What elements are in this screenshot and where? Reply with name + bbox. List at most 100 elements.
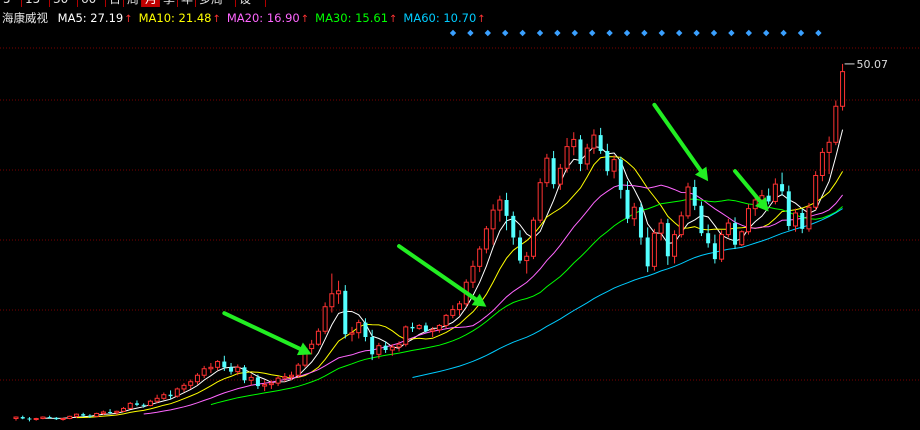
up-arrow-icon: ↑	[389, 14, 398, 25]
candle	[605, 143, 610, 176]
candle	[544, 153, 550, 188]
candle	[343, 285, 348, 339]
candle	[524, 251, 530, 274]
candle-body-down	[578, 139, 583, 164]
candle-body-up	[477, 248, 483, 267]
candle-body-down	[423, 325, 428, 332]
candle-body-up	[403, 326, 409, 345]
candle-body-up	[819, 151, 825, 176]
candle-body-up	[188, 381, 194, 386]
signal-marker	[763, 29, 770, 37]
candle	[584, 143, 590, 170]
candle	[208, 362, 214, 374]
candle-body-up	[114, 410, 120, 414]
candle-body-down	[47, 417, 52, 419]
candle	[121, 406, 127, 413]
candle-body-up	[322, 306, 328, 332]
candle-body-up	[73, 413, 79, 417]
candle	[766, 188, 771, 205]
candle	[725, 218, 731, 238]
candle-body-up	[745, 208, 751, 233]
candle-body-up	[443, 314, 449, 326]
signal-marker	[658, 29, 665, 37]
candle	[403, 325, 409, 347]
period-tab[interactable]: 5分	[0, 0, 22, 7]
signal-marker	[728, 29, 735, 37]
candle-body-up	[450, 309, 456, 316]
candle-body-down	[665, 223, 670, 257]
candle-body-down	[800, 212, 805, 229]
candle	[134, 400, 139, 407]
candle-body-up	[544, 157, 550, 184]
candle-body-down	[363, 322, 368, 338]
candle	[571, 132, 577, 156]
candle	[719, 230, 725, 263]
candle-body-down	[712, 243, 717, 260]
candle	[638, 202, 643, 245]
candle-body-down	[511, 215, 516, 238]
candle	[336, 280, 342, 304]
candle-body-up	[752, 199, 758, 210]
ma-legend-item: MA20: 16.90↑	[227, 11, 309, 25]
candle-body-down	[699, 205, 704, 234]
candle-body-up	[147, 400, 153, 407]
candle	[60, 417, 66, 421]
up-arrow-icon: ↑	[477, 14, 486, 25]
candle	[665, 218, 670, 265]
candle	[678, 211, 684, 238]
candle-body-up	[537, 182, 543, 221]
signal-marker	[815, 29, 822, 37]
period-tab[interactable]: 周	[124, 0, 142, 7]
ma-legend-label: MA60: 10.70	[403, 11, 477, 25]
candle	[27, 417, 32, 422]
candle	[329, 273, 335, 313]
candle-body-down	[551, 158, 556, 185]
candle-body-up	[833, 105, 839, 143]
candle-body-up	[67, 415, 73, 420]
candle	[618, 156, 623, 199]
period-tab[interactable]: 15分	[22, 0, 50, 7]
candle	[262, 380, 268, 392]
candle-body-down	[706, 233, 711, 244]
candle	[450, 305, 456, 319]
candle-body-up	[94, 412, 100, 417]
candle-body-up	[672, 234, 678, 257]
candle-body-up	[329, 293, 335, 308]
candle	[181, 383, 187, 392]
candle-body-down	[383, 345, 388, 350]
period-tab[interactable]: 多周期	[196, 0, 236, 7]
period-tab[interactable]: 日	[106, 0, 124, 7]
candle	[625, 181, 630, 224]
candle	[127, 401, 133, 410]
candle	[786, 185, 791, 231]
candle-body-up	[194, 374, 200, 383]
candle-body-up	[100, 411, 106, 414]
candle	[295, 362, 301, 378]
candlestick-chart[interactable]: 50.07	[0, 0, 920, 430]
period-tab[interactable]: 年	[178, 0, 196, 7]
candle	[497, 195, 503, 222]
period-tab[interactable]: 30分	[50, 0, 78, 7]
candle-body-up	[524, 255, 530, 262]
period-tab[interactable]: 月	[142, 0, 160, 7]
period-tab[interactable]: 设置	[236, 0, 266, 7]
period-toolbar[interactable]: 5分15分30分60分日周月季年多周期设置	[0, 0, 920, 8]
ma-legend-label: MA5: 27.19	[57, 11, 124, 25]
candle-body-up	[490, 209, 496, 230]
period-tab[interactable]: 60分	[78, 0, 106, 7]
signal-marker	[589, 29, 596, 37]
candle	[631, 202, 637, 226]
period-tab[interactable]: 季	[160, 0, 178, 7]
candle-body-up	[470, 265, 476, 283]
candle	[275, 375, 281, 387]
candle-body-up	[208, 366, 214, 370]
candle-body-down	[87, 415, 92, 417]
candle	[94, 412, 100, 418]
candle-body-up	[356, 322, 362, 334]
candle-body-up	[40, 416, 46, 420]
candle	[692, 179, 697, 211]
candle-body-up	[215, 361, 221, 368]
candle-body-up	[201, 368, 207, 376]
max-price-label: 50.07	[857, 58, 889, 71]
candle	[282, 373, 288, 382]
